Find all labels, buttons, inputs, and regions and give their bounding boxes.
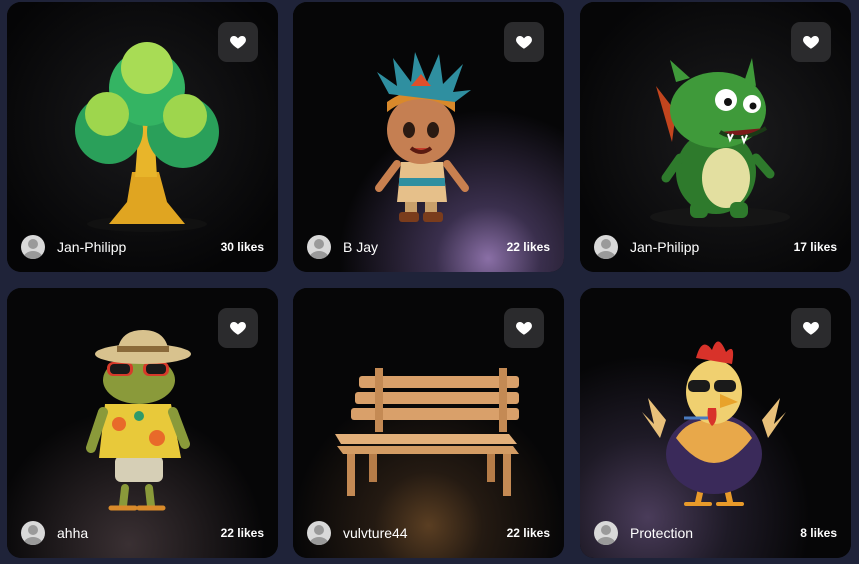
card-footer: Jan-Philipp 17 likes	[594, 234, 837, 260]
card-footer: vulvture44 22 likes	[307, 520, 550, 546]
likes-count: 17 likes	[793, 240, 837, 254]
user-avatar-icon[interactable]	[594, 235, 618, 259]
likes-count: 8 likes	[800, 526, 837, 540]
model-card-frog[interactable]: ahha 22 likes	[7, 288, 278, 558]
likes-count: 22 likes	[506, 526, 550, 540]
like-button[interactable]	[218, 22, 258, 62]
likes-count: 22 likes	[220, 526, 264, 540]
model-card-dragon[interactable]: Jan-Philipp 17 likes	[580, 2, 851, 272]
author-name[interactable]: Jan-Philipp	[630, 239, 699, 255]
user-avatar-icon[interactable]	[594, 521, 618, 545]
user-avatar-icon[interactable]	[307, 521, 331, 545]
like-button[interactable]	[791, 22, 831, 62]
like-button[interactable]	[218, 308, 258, 348]
card-footer: Protection 8 likes	[594, 520, 837, 546]
author-name[interactable]: vulvture44	[343, 525, 408, 541]
heart-icon	[230, 322, 246, 335]
author-name[interactable]: ahha	[57, 525, 88, 541]
author-name[interactable]: Protection	[630, 525, 693, 541]
user-avatar-icon[interactable]	[21, 521, 45, 545]
heart-icon	[516, 322, 532, 335]
model-card-aztec-boy[interactable]: B Jay 22 likes	[293, 2, 564, 272]
likes-count: 22 likes	[506, 240, 550, 254]
author-name[interactable]: Jan-Philipp	[57, 239, 126, 255]
heart-icon	[803, 322, 819, 335]
author-name[interactable]: B Jay	[343, 239, 378, 255]
model-card-rooster[interactable]: Protection 8 likes	[580, 288, 851, 558]
heart-icon	[803, 36, 819, 49]
model-gallery-grid: Jan-Philipp 30 likes B Jay 22 likes Jan-…	[0, 0, 859, 564]
user-avatar-icon[interactable]	[307, 235, 331, 259]
heart-icon	[516, 36, 532, 49]
card-footer: Jan-Philipp 30 likes	[21, 234, 264, 260]
like-button[interactable]	[504, 308, 544, 348]
user-avatar-icon[interactable]	[21, 235, 45, 259]
like-button[interactable]	[791, 308, 831, 348]
model-card-bench[interactable]: vulvture44 22 likes	[293, 288, 564, 558]
likes-count: 30 likes	[220, 240, 264, 254]
model-card-tree[interactable]: Jan-Philipp 30 likes	[7, 2, 278, 272]
card-footer: ahha 22 likes	[21, 520, 264, 546]
card-footer: B Jay 22 likes	[307, 234, 550, 260]
heart-icon	[230, 36, 246, 49]
like-button[interactable]	[504, 22, 544, 62]
